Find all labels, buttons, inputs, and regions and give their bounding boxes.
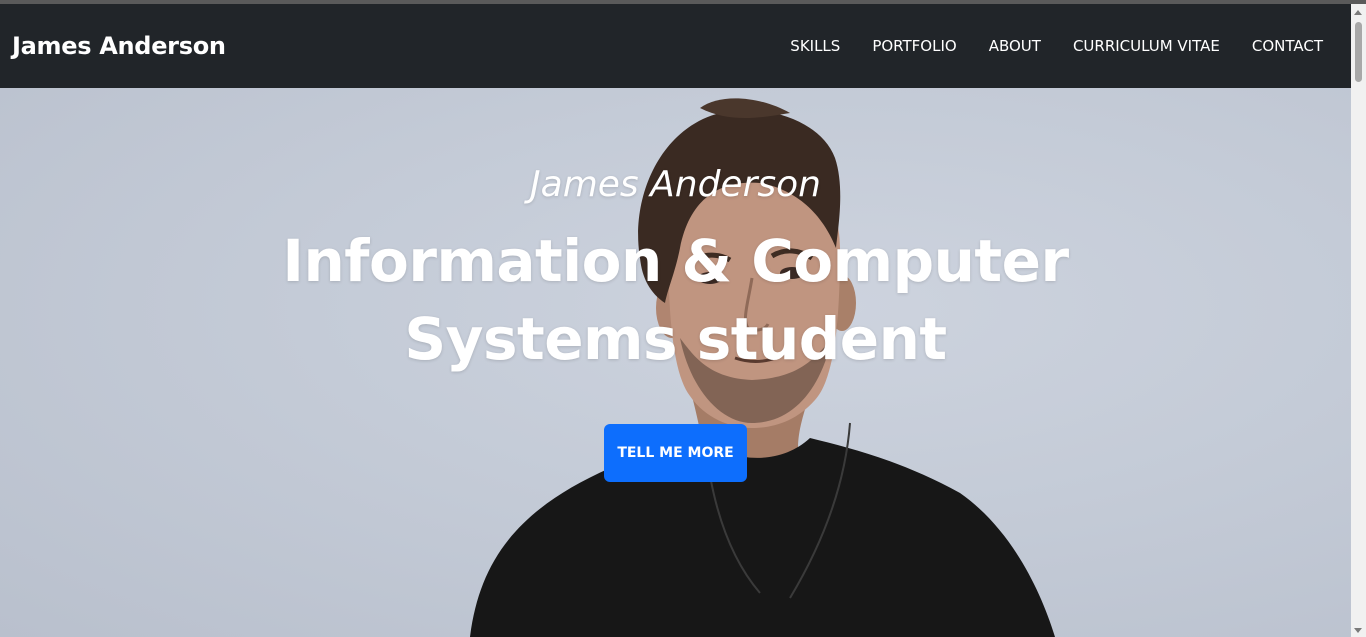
nav-links: SKILLS PORTFOLIO ABOUT CURRICULUM VITAE … [758, 37, 1323, 55]
hero-section: James Anderson Information & Computer Sy… [0, 88, 1351, 637]
scroll-down-arrow-icon[interactable] [1354, 628, 1362, 633]
nav-link-curriculum-vitae[interactable]: CURRICULUM VITAE [1073, 37, 1220, 55]
nav-link-skills[interactable]: SKILLS [790, 37, 840, 55]
scroll-up-arrow-icon[interactable] [1354, 10, 1362, 15]
nav-link-contact[interactable]: CONTACT [1252, 37, 1323, 55]
navbar-brand[interactable]: James Anderson [12, 32, 226, 60]
page-scrollbar[interactable] [1351, 4, 1366, 637]
tell-me-more-button[interactable]: TELL ME MORE [604, 424, 747, 482]
hero-headline: Information & Computer Systems student [282, 227, 1069, 373]
nav-link-portfolio[interactable]: PORTFOLIO [872, 37, 956, 55]
nav-link-about[interactable]: ABOUT [989, 37, 1041, 55]
navbar: James Anderson SKILLS PORTFOLIO ABOUT CU… [0, 4, 1351, 88]
scrollbar-thumb[interactable] [1355, 22, 1362, 82]
hero-subtitle: James Anderson [530, 164, 821, 205]
